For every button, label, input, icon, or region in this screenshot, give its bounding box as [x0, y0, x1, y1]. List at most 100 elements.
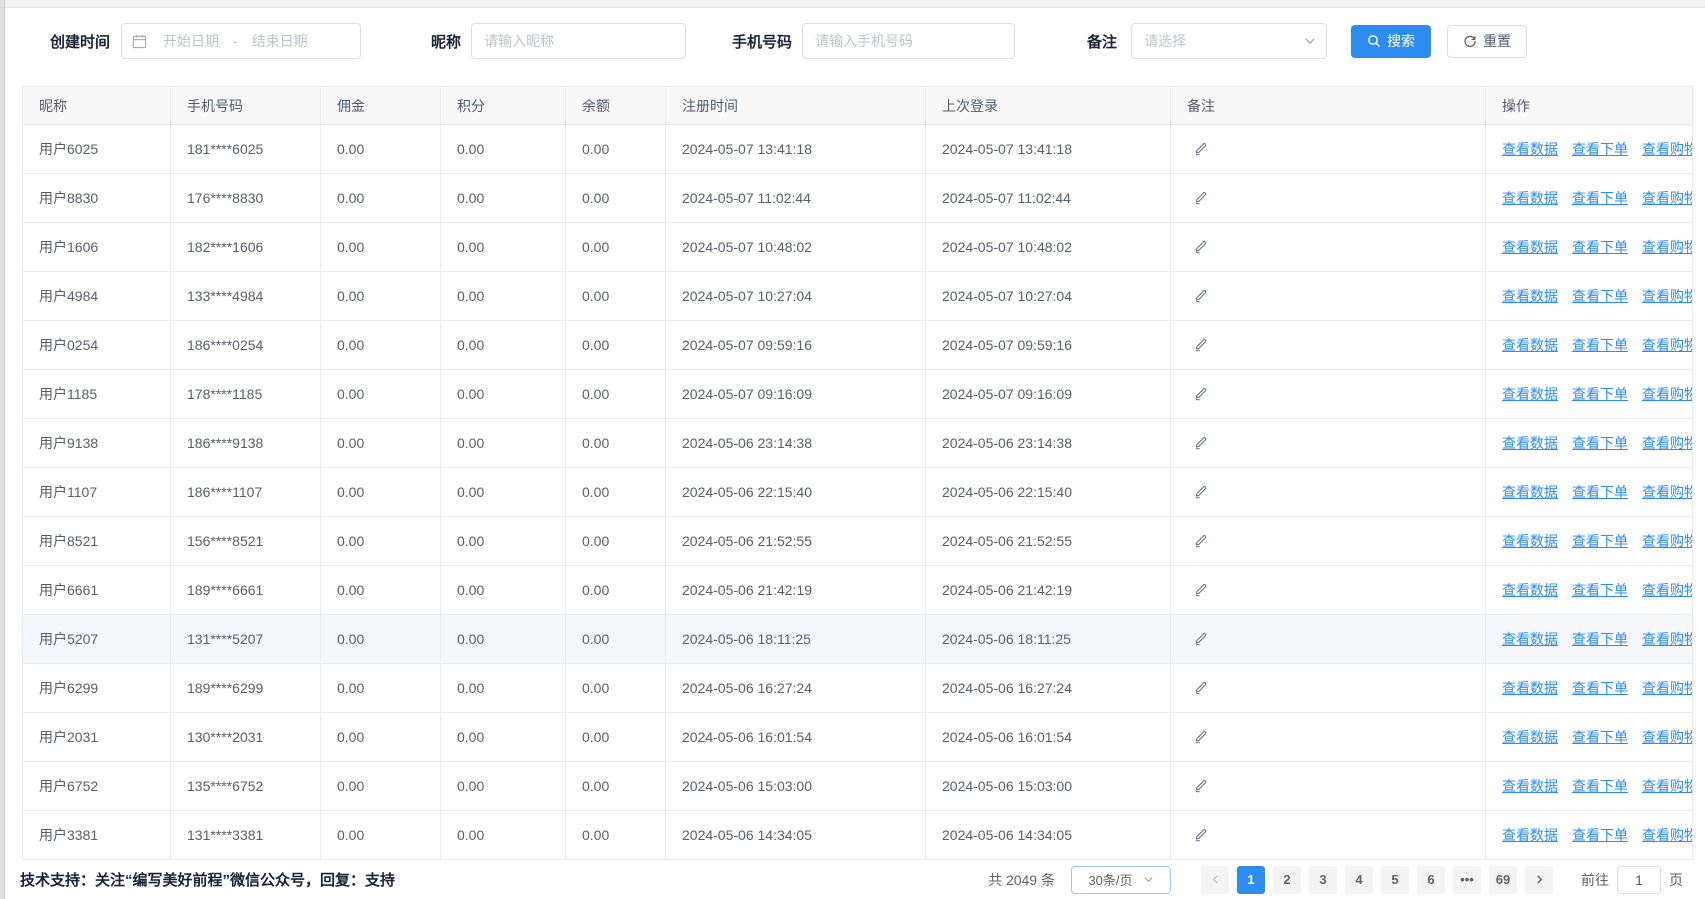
nickname-input[interactable] [471, 23, 686, 59]
col-register-time: 注册时间 [666, 87, 926, 125]
page-button[interactable]: 3 [1309, 866, 1337, 894]
page-button[interactable]: 2 [1273, 866, 1301, 894]
pencil-edit-icon[interactable] [1193, 777, 1209, 793]
pencil-edit-icon[interactable] [1193, 679, 1209, 695]
action-link[interactable]: 查看数据 [1502, 190, 1558, 206]
action-link[interactable]: 查看下单 [1572, 827, 1628, 843]
points-cell: 0.00 [441, 713, 566, 762]
phone-cell: 156****8521 [171, 517, 321, 566]
action-link[interactable]: 查看下单 [1572, 386, 1628, 402]
actions-cell: 查看数据查看下单查看购物车 [1486, 615, 1693, 664]
page-button[interactable]: 6 [1417, 866, 1445, 894]
action-link[interactable]: 查看数据 [1502, 484, 1558, 500]
action-link[interactable]: 查看数据 [1502, 288, 1558, 304]
action-link[interactable]: 查看下单 [1572, 141, 1628, 157]
pencil-edit-icon[interactable] [1193, 385, 1209, 401]
action-link[interactable]: 查看数据 [1502, 386, 1558, 402]
action-link[interactable]: 查看下单 [1572, 239, 1628, 255]
reset-button[interactable]: 重置 [1447, 25, 1527, 58]
action-link[interactable]: 查看下单 [1572, 631, 1628, 647]
action-link[interactable]: 查看购物车 [1642, 484, 1693, 500]
pencil-edit-icon[interactable] [1193, 434, 1209, 450]
pencil-edit-icon[interactable] [1193, 728, 1209, 744]
action-link[interactable]: 查看数据 [1502, 729, 1558, 745]
action-link[interactable]: 查看下单 [1572, 190, 1628, 206]
action-link[interactable]: 查看下单 [1572, 288, 1628, 304]
action-link[interactable]: 查看数据 [1502, 435, 1558, 451]
page-button[interactable]: 69 [1489, 866, 1517, 894]
pencil-edit-icon[interactable] [1193, 336, 1209, 352]
start-date-input[interactable] [153, 33, 229, 49]
action-link[interactable]: 查看数据 [1502, 582, 1558, 598]
page-button[interactable]: 4 [1345, 866, 1373, 894]
action-link[interactable]: 查看数据 [1502, 778, 1558, 794]
action-link[interactable]: 查看下单 [1572, 680, 1628, 696]
remark-select[interactable]: 请选择 [1131, 23, 1327, 59]
action-link[interactable]: 查看数据 [1502, 631, 1558, 647]
action-link[interactable]: 查看下单 [1572, 435, 1628, 451]
commission-cell: 0.00 [321, 125, 441, 174]
nickname-cell: 用户9138 [23, 419, 171, 468]
action-link[interactable]: 查看下单 [1572, 533, 1628, 549]
action-link[interactable]: 查看购物车 [1642, 239, 1693, 255]
page-size-select[interactable]: 30条/页 [1071, 866, 1171, 894]
pencil-edit-icon[interactable] [1193, 581, 1209, 597]
balance-cell: 0.00 [566, 517, 666, 566]
action-link[interactable]: 查看数据 [1502, 141, 1558, 157]
register-time-cell: 2024-05-06 15:03:00 [666, 762, 926, 811]
pencil-edit-icon[interactable] [1193, 483, 1209, 499]
action-link[interactable]: 查看下单 [1572, 582, 1628, 598]
points-cell: 0.00 [441, 811, 566, 860]
action-link[interactable]: 查看购物车 [1642, 386, 1693, 402]
points-cell: 0.00 [441, 370, 566, 419]
action-link[interactable]: 查看数据 [1502, 680, 1558, 696]
page-button[interactable]: 5 [1381, 866, 1409, 894]
register-time-cell: 2024-05-06 22:15:40 [666, 468, 926, 517]
action-link[interactable]: 查看下单 [1572, 729, 1628, 745]
action-link[interactable]: 查看购物车 [1642, 729, 1693, 745]
pencil-edit-icon[interactable] [1193, 140, 1209, 156]
action-link[interactable]: 查看购物车 [1642, 582, 1693, 598]
action-link[interactable]: 查看下单 [1572, 778, 1628, 794]
remark-cell [1171, 811, 1486, 860]
action-link[interactable]: 查看数据 [1502, 827, 1558, 843]
date-range-picker[interactable]: - [121, 23, 361, 59]
commission-cell: 0.00 [321, 174, 441, 223]
more-pages-button[interactable]: ••• [1453, 866, 1481, 894]
action-link[interactable]: 查看数据 [1502, 239, 1558, 255]
end-date-input[interactable] [242, 33, 318, 49]
commission-cell: 0.00 [321, 419, 441, 468]
search-button[interactable]: 搜索 [1351, 25, 1431, 58]
action-link[interactable]: 查看购物车 [1642, 533, 1693, 549]
pencil-edit-icon[interactable] [1193, 238, 1209, 254]
remark-cell [1171, 321, 1486, 370]
action-link[interactable]: 查看购物车 [1642, 827, 1693, 843]
pencil-edit-icon[interactable] [1193, 189, 1209, 205]
remark-cell [1171, 615, 1486, 664]
action-link[interactable]: 查看购物车 [1642, 435, 1693, 451]
prev-page-button[interactable] [1201, 866, 1229, 894]
left-scrollbar[interactable] [0, 0, 5, 899]
action-link[interactable]: 查看数据 [1502, 337, 1558, 353]
pencil-edit-icon[interactable] [1193, 287, 1209, 303]
action-link[interactable]: 查看购物车 [1642, 680, 1693, 696]
pencil-edit-icon[interactable] [1193, 826, 1209, 842]
pencil-edit-icon[interactable] [1193, 532, 1209, 548]
action-link[interactable]: 查看购物车 [1642, 778, 1693, 794]
pencil-edit-icon[interactable] [1193, 630, 1209, 646]
action-link[interactable]: 查看购物车 [1642, 190, 1693, 206]
action-link[interactable]: 查看数据 [1502, 533, 1558, 549]
page-button[interactable]: 1 [1237, 866, 1265, 894]
action-link[interactable]: 查看购物车 [1642, 141, 1693, 157]
phone-input[interactable] [802, 23, 1015, 59]
action-link[interactable]: 查看购物车 [1642, 288, 1693, 304]
action-link[interactable]: 查看购物车 [1642, 337, 1693, 353]
next-page-button[interactable] [1525, 866, 1553, 894]
goto-page-input[interactable] [1617, 866, 1661, 894]
action-link[interactable]: 查看购物车 [1642, 631, 1693, 647]
col-actions: 操作 [1486, 87, 1693, 125]
last-login-cell: 2024-05-07 09:59:16 [926, 321, 1171, 370]
last-login-cell: 2024-05-06 22:15:40 [926, 468, 1171, 517]
action-link[interactable]: 查看下单 [1572, 484, 1628, 500]
action-link[interactable]: 查看下单 [1572, 337, 1628, 353]
